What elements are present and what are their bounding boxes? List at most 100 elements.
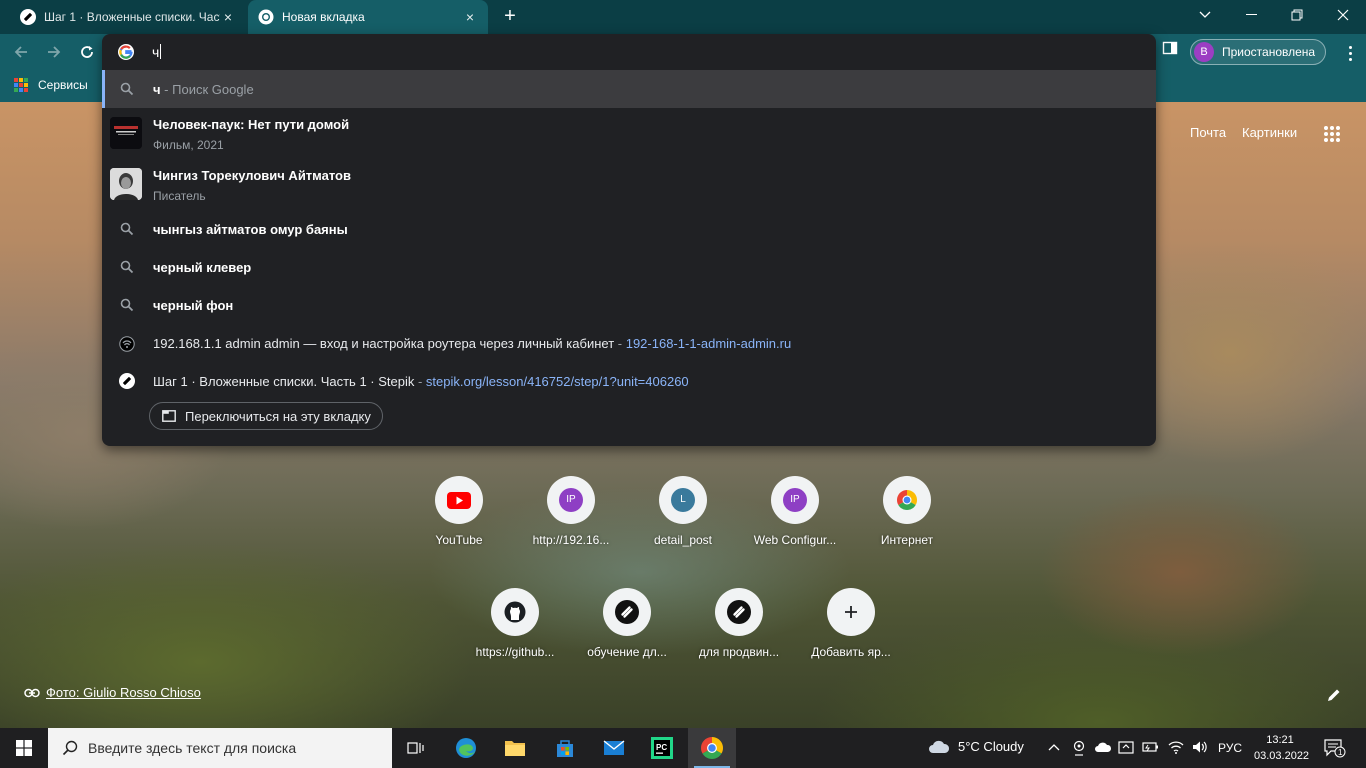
tab-title: Новая вкладка — [282, 10, 365, 24]
stepik-icon — [119, 373, 135, 389]
apps-grid-icon — [14, 78, 28, 92]
shortcut-label: https://github... — [475, 645, 555, 659]
notification-count: 1 — [1338, 748, 1343, 757]
mail-icon[interactable] — [590, 728, 638, 768]
page-url: 192-168-1-1-admin-admin.ru — [625, 335, 792, 351]
taskbar-search-placeholder: Введите здесь текст для поиска — [88, 740, 297, 756]
wifi-globe-icon — [119, 336, 135, 352]
suggestion-search[interactable]: чынгыз айтматов омур баяны — [102, 210, 1156, 248]
stepik-icon — [727, 600, 751, 624]
suggestion-search[interactable]: черный фон — [102, 286, 1156, 324]
images-link[interactable]: Картинки — [1242, 125, 1297, 140]
tab-search-chevron-icon[interactable] — [1182, 0, 1228, 30]
taskbar-search-box[interactable]: Введите здесь текст для поиска — [48, 728, 392, 768]
store-icon[interactable] — [541, 728, 589, 768]
profile-button[interactable]: В Приостановлена — [1190, 39, 1326, 65]
forward-icon[interactable] — [41, 39, 67, 65]
shortcut-internet[interactable]: Интернет — [851, 476, 963, 572]
separator: - — [614, 335, 626, 351]
photo-credit-link[interactable]: Фото: Giulio Rosso Chioso — [24, 685, 201, 700]
entity-title: Чингиз Торекулович Айтматов — [153, 168, 351, 183]
suggestion-page[interactable]: 192.168.1.1 admin admin — вход и настрой… — [102, 324, 1156, 362]
switch-to-tab-button[interactable]: Переключиться на эту вкладку — [149, 402, 383, 430]
clock[interactable]: 13:21 03.03.2022 — [1254, 732, 1309, 764]
search-icon — [62, 740, 78, 756]
google-g-icon — [118, 44, 134, 60]
stepik-icon — [20, 9, 36, 25]
tab-icon — [162, 410, 176, 422]
close-window-icon[interactable] — [1320, 0, 1366, 30]
remote-icon[interactable] — [1118, 740, 1134, 759]
apps-shortcut[interactable]: Сервисы — [14, 78, 88, 92]
page-title: 192.168.1.1 admin admin — вход и настрой… — [153, 335, 615, 351]
gmail-link[interactable]: Почта — [1190, 125, 1226, 140]
new-tab-button[interactable]: + — [498, 4, 522, 28]
stepik-icon — [615, 600, 639, 624]
back-icon[interactable] — [8, 39, 34, 65]
avatar: В — [1194, 42, 1214, 62]
close-tab-icon[interactable]: × — [220, 9, 236, 25]
onedrive-icon[interactable] — [1094, 740, 1112, 757]
suggestion-bold: ч — [153, 81, 161, 97]
chevron-up-icon[interactable] — [1048, 740, 1060, 757]
task-view-icon[interactable] — [392, 728, 440, 768]
google-apps-icon[interactable] — [1324, 126, 1340, 142]
wifi-icon[interactable] — [1168, 740, 1184, 757]
github-icon — [504, 601, 526, 623]
shortcut-label: для продвин... — [698, 645, 780, 659]
pycharm-icon[interactable]: PC — [638, 728, 686, 768]
profile-status: Приостановлена — [1222, 45, 1316, 59]
add-shortcut-button[interactable]: Добавить яр... — [795, 588, 907, 684]
language-indicator[interactable]: РУС — [1218, 741, 1242, 755]
chrome-taskbar-icon[interactable] — [688, 728, 736, 768]
suggestion-text: черный клевер — [153, 259, 252, 275]
shortcut-label: Интернет — [880, 533, 934, 547]
volume-icon[interactable] — [1192, 740, 1208, 757]
search-icon — [120, 298, 134, 312]
suggestion-entity-person[interactable]: Чингиз Торекулович Айтматов Писатель — [102, 158, 1156, 210]
shortcut-web-config[interactable]: IP Web Configur... — [739, 476, 851, 572]
shortcut-stepik-learning[interactable]: обучение дл... — [571, 588, 683, 684]
shortcut-label: YouTube — [435, 533, 483, 547]
page-title: Шаг 1 · Вложенные списки. Часть 1 · Step… — [153, 373, 415, 389]
close-tab-icon[interactable]: × — [462, 9, 478, 25]
weather-widget[interactable]: 5°C Cloudy — [928, 739, 1024, 754]
shortcut-router[interactable]: IP http://192.16... — [515, 476, 627, 572]
shortcut-label: обучение дл... — [587, 645, 667, 659]
weather-text: 5°C Cloudy — [958, 739, 1024, 754]
shortcut-detail-post[interactable]: L detail_post — [627, 476, 739, 572]
menu-icon[interactable] — [1342, 40, 1358, 66]
edge-icon[interactable] — [442, 728, 490, 768]
entity-subtitle: Писатель — [153, 189, 206, 203]
windows-start-icon[interactable] — [0, 728, 48, 768]
battery-icon[interactable] — [1142, 740, 1160, 757]
restore-icon[interactable] — [1274, 0, 1320, 30]
notifications-icon[interactable]: 1 — [1324, 738, 1346, 761]
ip-letter-icon: IP — [559, 488, 583, 512]
photo-credit-text: Фото: Giulio Rosso Chioso — [46, 685, 201, 700]
webcam-icon[interactable] — [1072, 740, 1086, 759]
file-explorer-icon[interactable] — [491, 728, 539, 768]
cloud-icon — [929, 740, 950, 753]
suggestion-search-google[interactable]: ч - Поиск Google — [102, 70, 1156, 108]
shortcut-stepik-advanced[interactable]: для продвин... — [683, 588, 795, 684]
reload-icon[interactable] — [74, 39, 100, 65]
suggestion-page[interactable]: Шаг 1 · Вложенные списки. Часть 1 · Step… — [102, 362, 1156, 400]
tab-stepik[interactable]: Шаг 1 · Вложенные списки. Част × — [10, 0, 246, 34]
side-panel-icon[interactable] — [1162, 40, 1178, 59]
entity-subtitle: Фильм, 2021 — [153, 138, 224, 152]
suggestion-entity-movie[interactable]: Человек-паук: Нет пути домой Фильм, 2021 — [102, 108, 1156, 158]
tab-new-tab[interactable]: Новая вкладка × — [248, 0, 488, 34]
omnibox-input[interactable]: ч — [102, 34, 1156, 70]
suggestion-text: черный фон — [153, 297, 234, 313]
omnibox-query: ч — [152, 44, 160, 60]
shortcut-youtube[interactable]: YouTube — [403, 476, 515, 572]
plus-icon — [845, 606, 857, 618]
tab-title: Шаг 1 · Вложенные списки. Част — [44, 10, 220, 24]
suggestion-search[interactable]: черный клевер — [102, 248, 1156, 286]
search-icon — [120, 260, 134, 274]
customize-pencil-icon[interactable] — [1326, 687, 1342, 706]
omnibox-dropdown: ч ч - Поиск Google Человек-паук: Нет пут… — [102, 34, 1156, 446]
minimize-icon[interactable] — [1228, 0, 1274, 30]
shortcut-github[interactable]: https://github... — [459, 588, 571, 684]
